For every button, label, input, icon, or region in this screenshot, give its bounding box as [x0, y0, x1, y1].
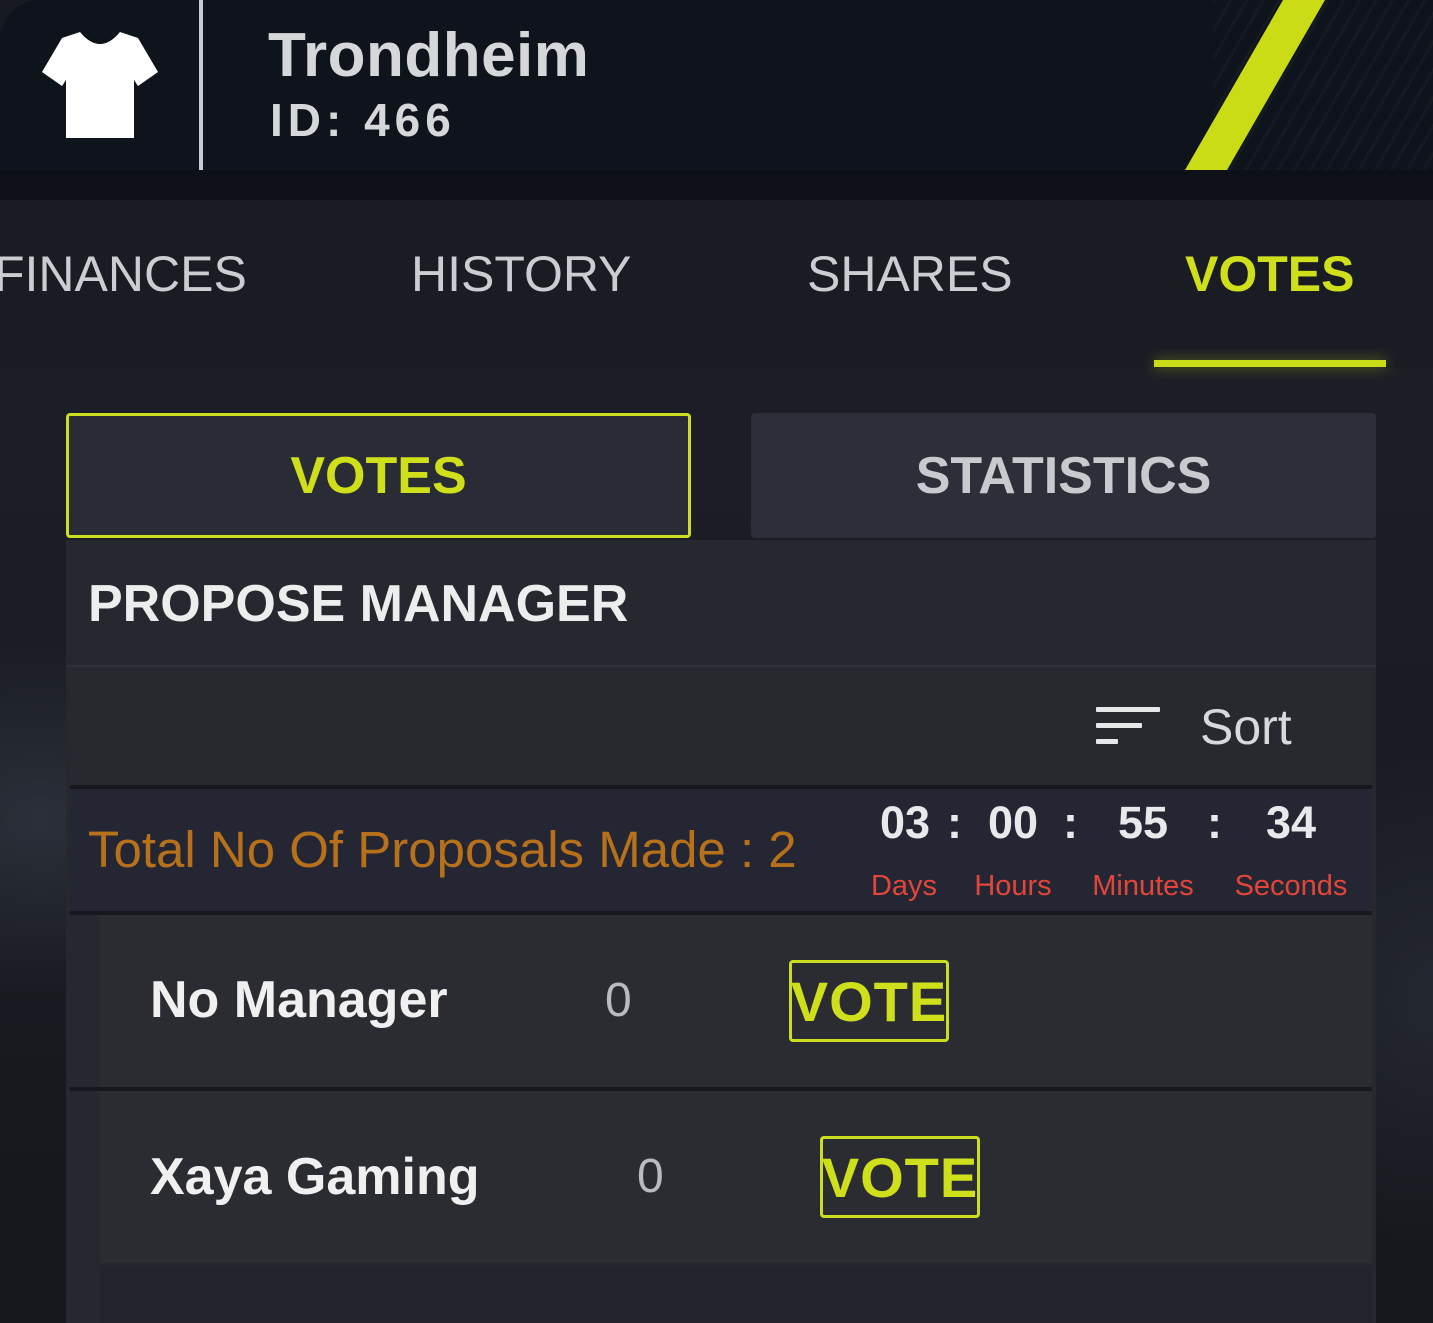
sort-icon — [1096, 707, 1160, 744]
candidate-vote-count: 0 — [605, 974, 632, 1027]
vote-button[interactable]: VOTE — [789, 960, 949, 1042]
countdown-unit-minutes: Minutes — [1092, 870, 1194, 902]
candidate-name: Xaya Gaming — [150, 1148, 480, 1206]
tab-votes[interactable]: VOTES — [1185, 245, 1354, 303]
sort-label: Sort — [1200, 699, 1292, 755]
team-name: Trondheim — [268, 21, 590, 90]
countdown-unit-seconds: Seconds — [1234, 870, 1348, 902]
vote-button[interactable]: VOTE — [820, 1136, 980, 1218]
section-title: PROPOSE MANAGER — [88, 575, 629, 633]
header-accent-stripe — [1185, 0, 1325, 170]
subtab-votes[interactable]: VOTES — [66, 413, 691, 538]
countdown-hours: 00 — [987, 797, 1039, 848]
team-id: ID: 466 — [270, 94, 456, 146]
countdown-seconds: 34 — [1265, 797, 1317, 848]
shirt-icon — [42, 32, 158, 138]
countdown-separator: : — [1063, 797, 1078, 848]
active-tab-indicator — [1154, 360, 1386, 367]
candidate-vote-count: 0 — [637, 1150, 664, 1203]
proposals-count: Total No Of Proposals Made : 2 — [88, 821, 797, 878]
subtab-statistics[interactable]: STATISTICS — [751, 413, 1376, 538]
sort-button[interactable]: Sort — [1092, 690, 1322, 764]
panel-footer — [100, 1265, 1372, 1323]
candidate-name: No Manager — [150, 971, 448, 1029]
tab-finances[interactable]: FINANCES — [0, 245, 247, 303]
countdown-separator: : — [1207, 797, 1222, 848]
countdown-minutes: 55 — [1117, 797, 1169, 848]
tab-history[interactable]: HISTORY — [411, 245, 631, 303]
header-gap — [0, 170, 1433, 200]
tab-shares[interactable]: SHARES — [807, 245, 1013, 303]
header-divider — [199, 0, 203, 170]
team-header: Trondheim ID: 466 — [0, 0, 1433, 170]
